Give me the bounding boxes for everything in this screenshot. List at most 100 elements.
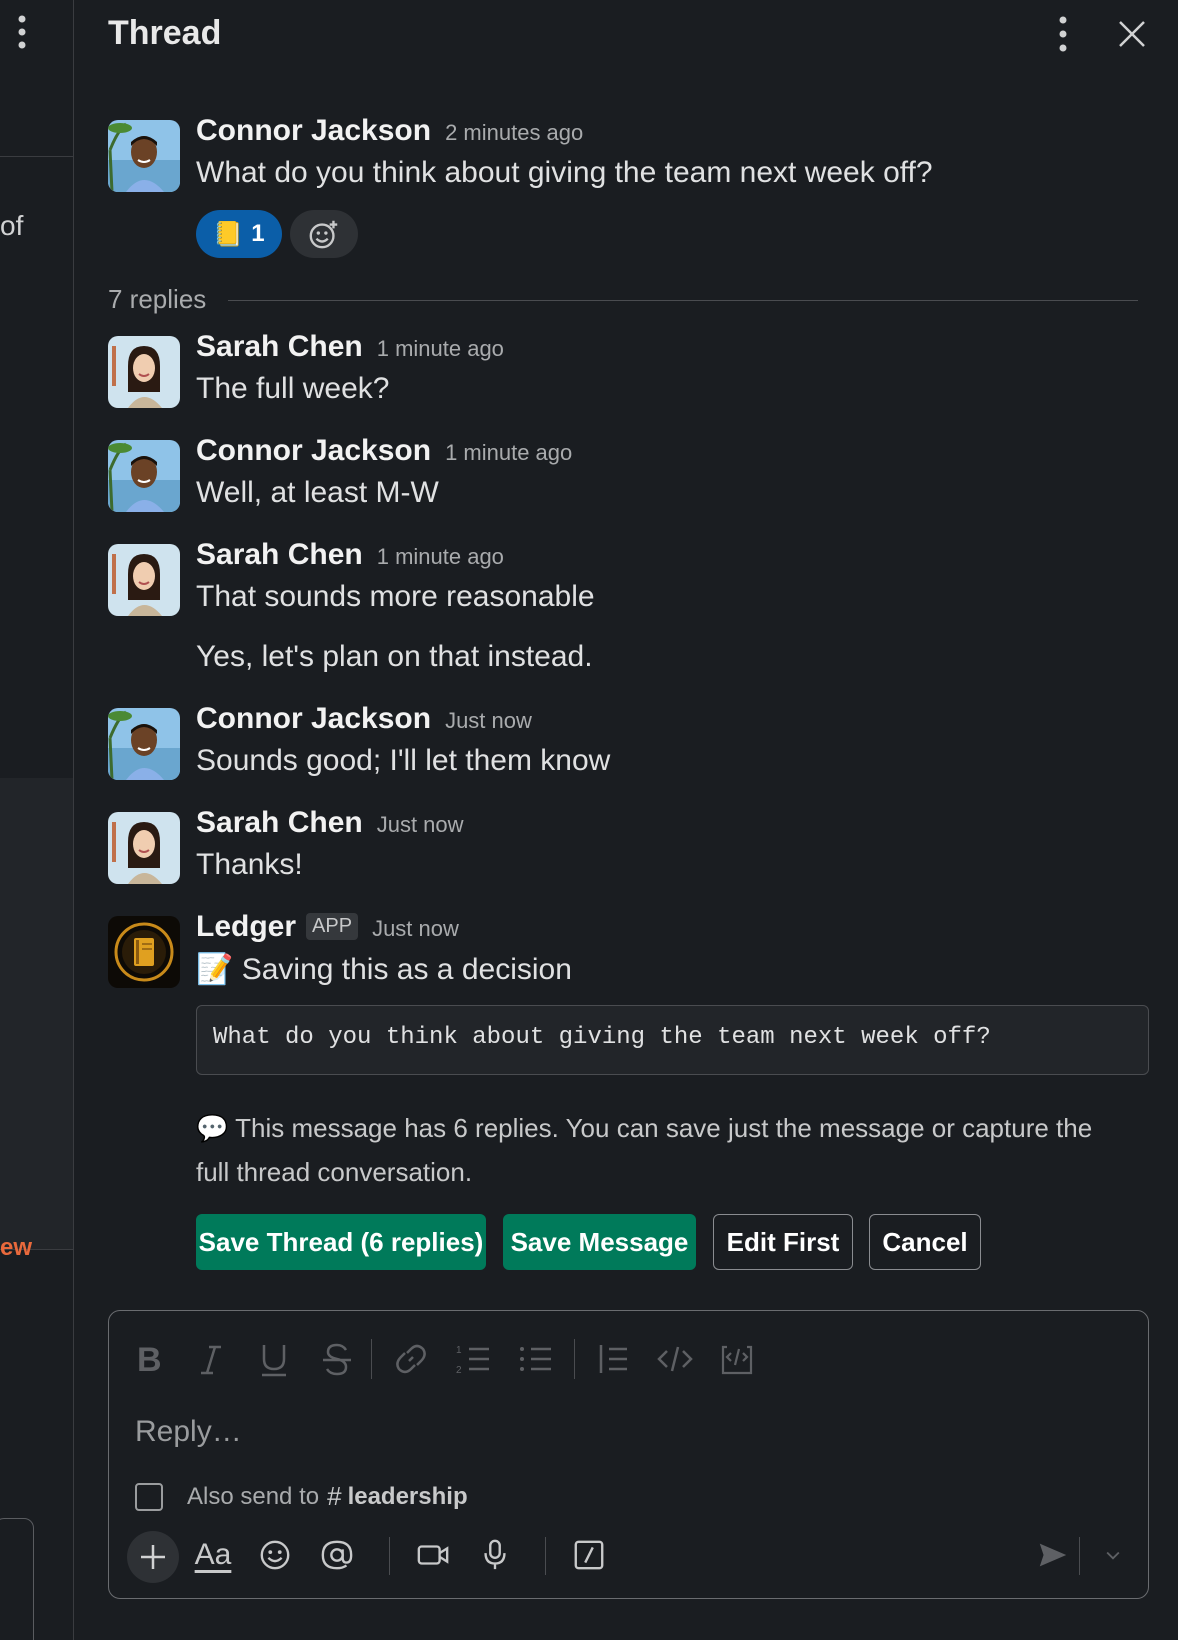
numbered-list-icon[interactable]: 12 [453,1339,493,1379]
message-timestamp[interactable]: 1 minute ago [377,336,504,361]
add-reaction-button[interactable] [290,210,358,258]
thread-more-icon[interactable] [1050,14,1076,54]
divider-line [228,300,1138,301]
message-author[interactable]: Connor Jackson 1 minute ago [196,434,572,468]
message-text: Well, at least M-W [196,476,439,509]
send-button[interactable] [1029,1531,1077,1579]
ledger-heading: 📝 Saving this as a decision [196,952,572,987]
ledger-info-text: 💬 This message has 6 replies. You can sa… [196,1106,1116,1194]
send-options-button[interactable] [1089,1531,1137,1579]
text-format-icon: Aa [194,1538,232,1571]
cancel-button[interactable]: Cancel [869,1214,981,1270]
chevron-down-icon [1106,1551,1120,1560]
quoted-message-block: What do you think about giving the team … [196,1005,1149,1075]
toolbar-separator [574,1339,575,1379]
svg-text:1: 1 [456,1345,462,1356]
left-pane: of ew [0,0,74,1640]
pane-divider [0,156,73,157]
heading-text: Saving this as a decision [241,953,572,986]
message-author[interactable]: Connor Jackson 2 minutes ago [196,114,583,148]
emoji-icon [260,1540,290,1570]
avatar-sarah[interactable] [108,336,180,408]
avatar-connor[interactable] [108,708,180,780]
slash-command-icon [574,1540,604,1570]
message-author[interactable]: Ledger APP Just now [196,910,459,944]
svg-text:2: 2 [456,1365,462,1376]
author-name[interactable]: Connor Jackson [196,114,431,147]
underline-icon[interactable] [254,1339,294,1379]
pane-block [0,778,73,1250]
author-name[interactable]: Sarah Chen [196,806,363,839]
italic-icon[interactable] [191,1339,231,1379]
avatar-sarah[interactable] [108,544,180,616]
author-name[interactable]: Sarah Chen [196,538,363,571]
strikethrough-icon[interactable] [317,1339,357,1379]
toolbar-separator [1079,1537,1080,1575]
message-author[interactable]: Sarah Chen 1 minute ago [196,538,504,572]
message-text: That sounds more reasonable [196,580,595,613]
also-send-checkbox[interactable] [135,1482,163,1511]
slash-command-button[interactable] [565,1531,613,1579]
also-send-label: Also send to [187,1482,320,1510]
message-author[interactable]: Sarah Chen 1 minute ago [196,330,504,364]
message-timestamp[interactable]: Just now [372,916,459,941]
thread-header: Thread [74,0,1178,70]
message-text: Thanks! [196,848,303,881]
author-name[interactable]: Connor Jackson [196,702,431,735]
avatar-sarah[interactable] [108,812,180,884]
truncated-text: of [0,210,24,241]
reply-composer[interactable]: B 12 Reply… Also send to # leadership Aa [108,1310,1149,1599]
message-author[interactable]: Sarah Chen Just now [196,806,464,840]
avatar-connor[interactable] [108,120,180,192]
attach-plus-button[interactable] [127,1531,179,1583]
replies-divider: 7 replies [108,282,1138,318]
link-icon[interactable] [391,1339,431,1379]
edit-first-button[interactable]: Edit First [713,1214,853,1270]
author-name[interactable]: Sarah Chen [196,330,363,363]
message-timestamp[interactable]: 2 minutes ago [445,120,583,145]
svg-text:B: B [137,1341,162,1379]
microphone-icon [484,1539,506,1570]
app-badge: APP [306,913,359,940]
more-options-icon[interactable] [12,14,32,50]
message-text: Sounds good; I'll let them know [196,744,611,777]
truncated-link-text[interactable]: ew [0,1234,32,1262]
reply-input[interactable]: Reply… [135,1415,242,1449]
message-timestamp[interactable]: 1 minute ago [377,544,504,569]
message-author[interactable]: Connor Jackson Just now [196,702,532,736]
message-timestamp[interactable]: 1 minute ago [445,440,572,465]
emoji-button[interactable] [251,1531,299,1579]
save-thread-button[interactable]: Save Thread (6 replies) [196,1214,486,1270]
channel-name: leadership [347,1482,468,1510]
toolbar-separator [545,1537,546,1575]
audio-clip-button[interactable] [471,1531,519,1579]
code-block-icon[interactable] [717,1339,757,1379]
bold-icon[interactable]: B [129,1339,169,1379]
author-name[interactable]: Ledger [196,910,296,943]
video-camera-icon [417,1545,449,1565]
message-text: The full week? [196,372,390,405]
toolbar-separator [371,1339,372,1379]
text-format-button[interactable]: Aa [189,1531,237,1579]
video-clip-button[interactable] [409,1531,457,1579]
code-icon[interactable] [655,1339,695,1379]
reaction-pill[interactable]: 📒 1 [196,210,282,258]
also-send-option[interactable]: Also send to # leadership [135,1481,468,1512]
save-message-button[interactable]: Save Message [503,1214,696,1270]
toolbar-separator [389,1537,390,1575]
bulleted-list-icon[interactable] [515,1339,555,1379]
avatar-connor[interactable] [108,440,180,512]
mention-button[interactable] [313,1531,361,1579]
author-name[interactable]: Connor Jackson [196,434,431,467]
message-timestamp[interactable]: Just now [445,708,532,733]
ledger-app-avatar[interactable] [108,916,180,988]
thread-title: Thread [108,14,222,52]
reaction-count: 1 [251,220,265,247]
speech-bubble-icon: 💬 [196,1113,229,1143]
message-timestamp[interactable]: Just now [377,812,464,837]
plus-icon [141,1545,165,1569]
message-text: Yes, let's plan on that instead. [196,640,593,673]
blockquote-icon[interactable] [593,1339,633,1379]
close-icon[interactable] [1112,14,1152,54]
at-sign-icon [321,1540,353,1570]
